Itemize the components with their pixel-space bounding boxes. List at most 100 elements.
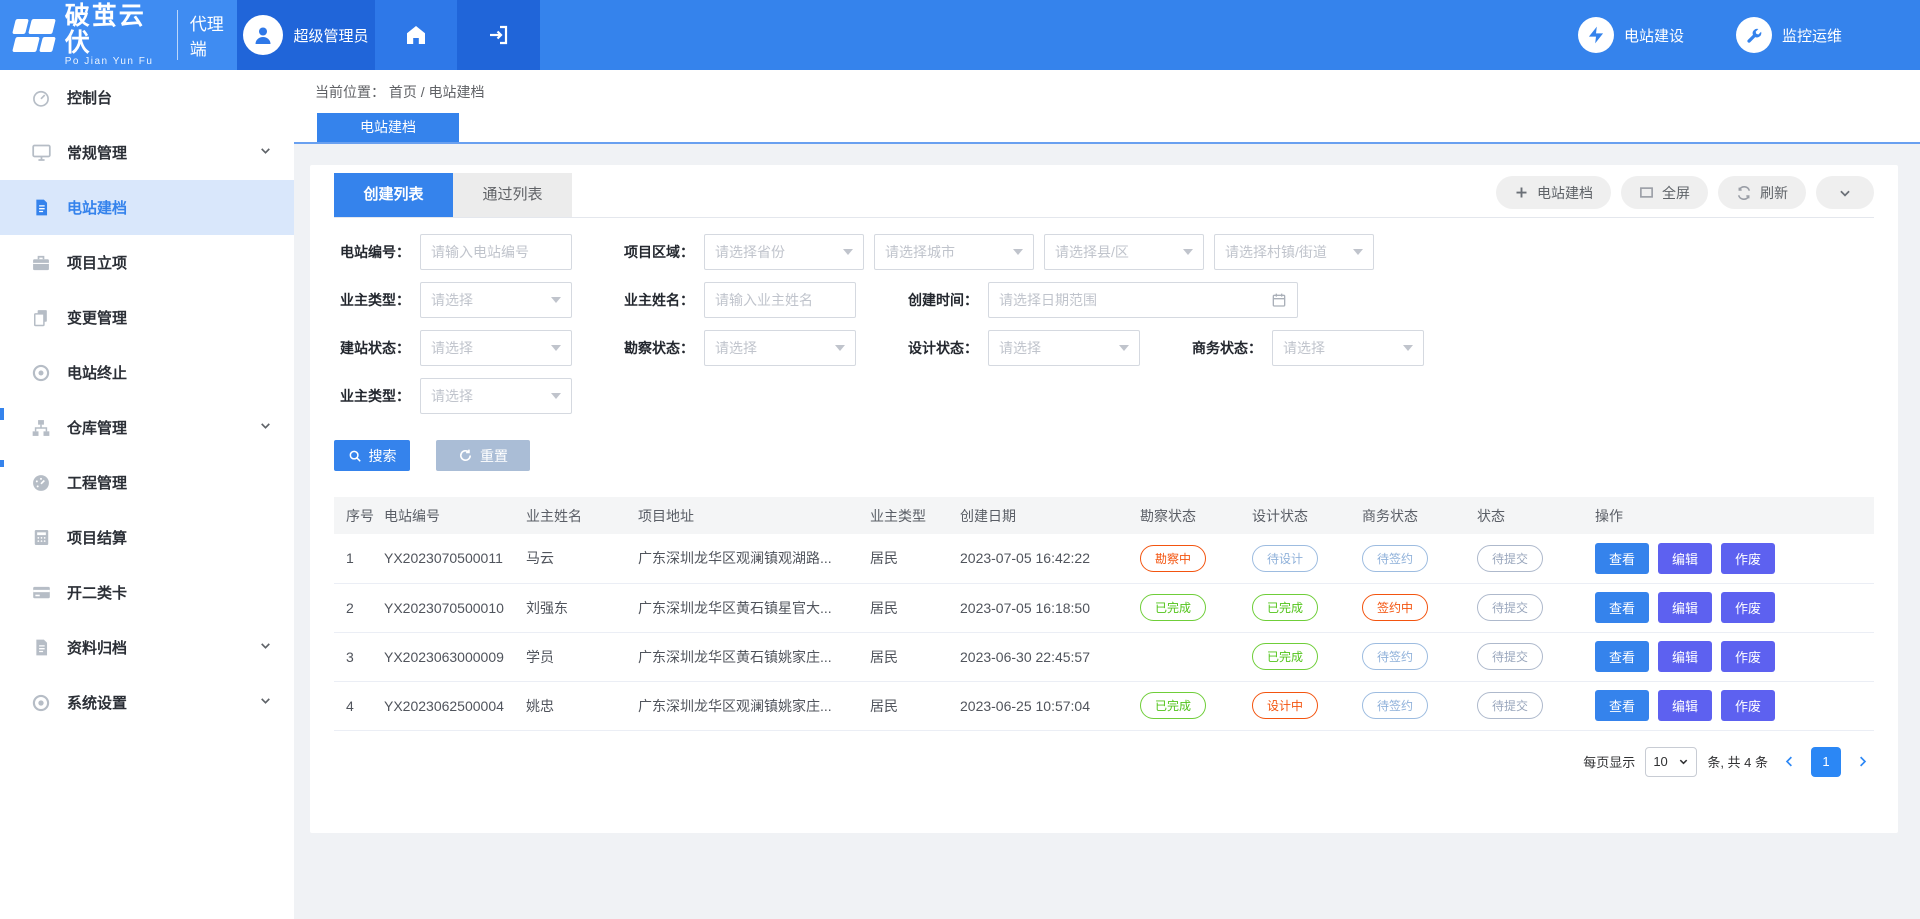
reset-button[interactable]: 重置 <box>436 440 530 471</box>
user-menu[interactable]: 超级管理员 <box>237 0 375 70</box>
brand-subtitle: Po Jian Yun Fu <box>65 56 165 67</box>
list-tabbar: 创建列表 通过列表 电站建档 全屏 <box>334 173 1874 218</box>
refresh-button[interactable]: 刷新 <box>1718 176 1806 209</box>
avatar <box>243 15 283 55</box>
wrench-icon <box>1736 17 1772 53</box>
sidebar-item-warehouse-mgmt[interactable]: 仓库管理 <box>0 400 294 455</box>
sidebar-item-console[interactable]: 控制台 <box>0 70 294 125</box>
home-button[interactable] <box>375 0 457 70</box>
chevron-down-icon <box>259 639 272 657</box>
copy-icon <box>30 307 52 329</box>
business-status-select[interactable]: 请选择 <box>1272 330 1424 366</box>
page-number-button[interactable]: 1 <box>1811 747 1841 777</box>
sidebar-item-station-termination[interactable]: 电站终止 <box>0 345 294 400</box>
caret-down-icon <box>1183 249 1193 255</box>
status-badge: 待提交 <box>1477 692 1543 719</box>
status-badge: 待提交 <box>1477 643 1543 670</box>
design-status-badge: 待设计 <box>1252 545 1318 572</box>
monitor-icon <box>30 142 52 164</box>
monitor-ops-link[interactable]: 监控运维 <box>1736 17 1842 53</box>
breadcrumb-trail[interactable]: 首页 / 电站建档 <box>389 84 485 100</box>
void-button[interactable]: 作废 <box>1721 592 1775 623</box>
search-button[interactable]: 搜索 <box>334 440 410 471</box>
create-time-range-input[interactable]: 请选择日期范围 <box>988 282 1298 318</box>
owner-type-select[interactable]: 请选择 <box>420 282 572 318</box>
sidebar-item-change-mgmt[interactable]: 变更管理 <box>0 290 294 345</box>
caret-down-icon <box>1403 345 1413 351</box>
county-select[interactable]: 请选择县/区 <box>1044 234 1204 270</box>
view-button[interactable]: 查看 <box>1595 690 1649 721</box>
chevron-down-icon <box>259 144 272 162</box>
tab-passed-list[interactable]: 通过列表 <box>453 173 572 217</box>
void-button[interactable]: 作废 <box>1721 641 1775 672</box>
content-area: 创建列表 通过列表 电站建档 全屏 <box>294 144 1920 919</box>
tab-create-list[interactable]: 创建列表 <box>334 173 453 217</box>
city-select[interactable]: 请选择城市 <box>874 234 1034 270</box>
fullscreen-button[interactable]: 全屏 <box>1621 176 1708 209</box>
station-no-input[interactable] <box>431 244 561 260</box>
sidebar-item-project-initiation[interactable]: 项目立项 <box>0 235 294 290</box>
table-header-row: 序号 电站编号 业主姓名 项目地址 业主类型 创建日期 勘察状态 设计状态 商务… <box>334 497 1874 534</box>
brand-logo: 破茧云伏 Po Jian Yun Fu 代理端 <box>0 0 237 70</box>
edit-button[interactable]: 编辑 <box>1658 543 1712 574</box>
brand-logo-icon <box>14 15 55 55</box>
survey-status-badge: 勘察中 <box>1140 545 1206 572</box>
search-icon <box>348 449 362 463</box>
table-row: 1 YX2023070500011 马云 广东深圳龙华区观澜镇观湖路... 居民… <box>334 534 1874 583</box>
brand-name: 破茧云伏 <box>65 3 165 56</box>
caret-down-icon <box>1119 345 1129 351</box>
design-status-select[interactable]: 请选择 <box>988 330 1140 366</box>
edit-button[interactable]: 编辑 <box>1658 592 1712 623</box>
page-tab-station-archive[interactable]: 电站建档 <box>317 113 459 142</box>
sidebar-item-project-settlement[interactable]: 项目结算 <box>0 510 294 565</box>
chevron-left-icon <box>1782 754 1797 769</box>
sidebar-item-engineering-mgmt[interactable]: 工程管理 <box>0 455 294 510</box>
per-page-label: 每页显示 <box>1583 752 1635 771</box>
survey-status-select[interactable]: 请选择 <box>704 330 856 366</box>
next-page-button[interactable] <box>1851 754 1874 769</box>
bolt-icon <box>1578 17 1614 53</box>
table-row: 4 YX2023062500004 姚忠 广东深圳龙华区观澜镇姚家庄... 居民… <box>334 681 1874 730</box>
build-status-select[interactable]: 请选择 <box>420 330 572 366</box>
sidebar-scroll-indicator <box>0 408 4 420</box>
void-button[interactable]: 作废 <box>1721 690 1775 721</box>
plus-icon <box>1514 185 1529 200</box>
sidebar-item-general-mgmt[interactable]: 常规管理 <box>0 125 294 180</box>
view-button[interactable]: 查看 <box>1595 641 1649 672</box>
sidebar-item-station-archive[interactable]: 电站建档 <box>0 180 294 235</box>
chevron-right-icon <box>1855 754 1870 769</box>
caret-down-icon <box>551 393 561 399</box>
sidebar-item-open-class2-card[interactable]: 开二类卡 <box>0 565 294 620</box>
edit-button[interactable]: 编辑 <box>1658 641 1712 672</box>
screen: 破茧云伏 Po Jian Yun Fu 代理端 超级管理员 电站建设 <box>0 0 1920 919</box>
caret-down-icon <box>843 249 853 255</box>
chevron-down-icon <box>259 419 272 437</box>
prev-page-button[interactable] <box>1778 754 1801 769</box>
per-page-select[interactable]: 10 <box>1645 747 1697 777</box>
province-select[interactable]: 请选择省份 <box>704 234 864 270</box>
logout-button[interactable] <box>457 0 540 70</box>
owner-name-input[interactable] <box>715 292 845 308</box>
breadcrumb: 当前位置： 首页 / 电站建档 <box>315 82 1920 102</box>
design-status-badge: 设计中 <box>1252 692 1318 719</box>
create-station-button[interactable]: 电站建档 <box>1496 176 1611 209</box>
chevron-down-icon <box>1678 756 1689 767</box>
void-button[interactable]: 作废 <box>1721 543 1775 574</box>
owner-type-select-2[interactable]: 请选择 <box>420 378 572 414</box>
briefcase-icon <box>30 252 52 274</box>
sidebar-item-data-archive[interactable]: 资料归档 <box>0 620 294 675</box>
collapse-toolbar-button[interactable] <box>1816 176 1874 209</box>
station-build-link[interactable]: 电站建设 <box>1578 17 1684 53</box>
card-icon <box>30 582 52 604</box>
survey-status-badge: 已完成 <box>1140 692 1206 719</box>
caret-down-icon <box>835 345 845 351</box>
sidebar-item-system-settings[interactable]: 系统设置 <box>0 675 294 730</box>
view-button[interactable]: 查看 <box>1595 543 1649 574</box>
user-icon <box>251 23 275 47</box>
view-button[interactable]: 查看 <box>1595 592 1649 623</box>
survey-status-badge: 已完成 <box>1140 594 1206 621</box>
town-select[interactable]: 请选择村镇/街道 <box>1214 234 1374 270</box>
edit-button[interactable]: 编辑 <box>1658 690 1712 721</box>
business-status-badge: 待签约 <box>1362 692 1428 719</box>
logout-icon <box>487 23 511 47</box>
